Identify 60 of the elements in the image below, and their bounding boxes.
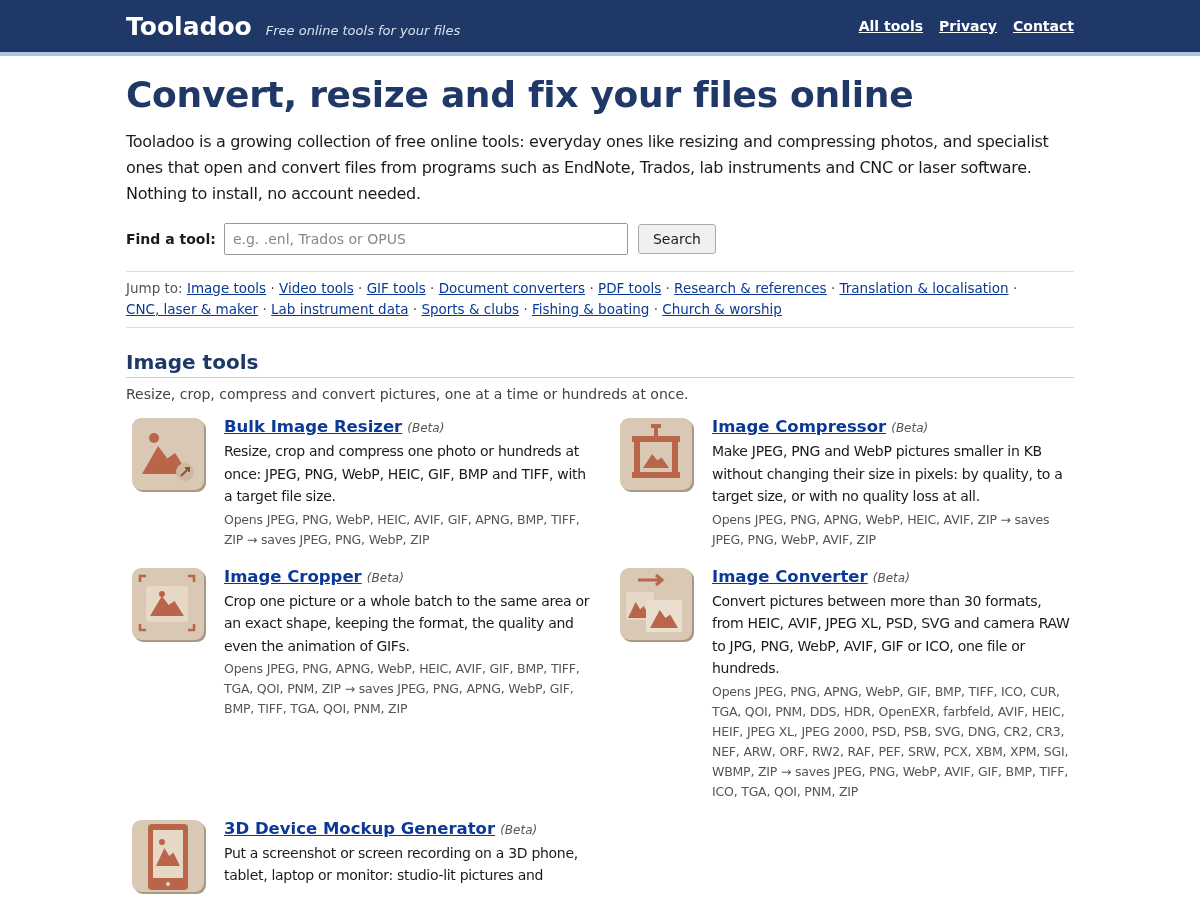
nav-link[interactable]: Privacy	[939, 18, 997, 34]
tool-description: Crop one picture or a whole batch to the same area or an exact shape, keeping the format, the quality and even the animation of GIFs.	[224, 591, 591, 656]
beta-label: (Beta)	[366, 570, 404, 585]
search-label: Find a tool:	[126, 231, 216, 247]
category-link[interactable]: GIF tools	[366, 280, 426, 296]
tool-formats: Opens JPEG, PNG, APNG, WebP, HEIC, AVIF, GIF, BMP, TIFF, TGA, QOI, PNM, ZIP → saves JPEG, PNG, APNG, WebP, GIF, BMP, TIFF, TGA, QOI, PNM, ZIP	[224, 660, 581, 718]
separator-dot: ·	[430, 280, 435, 296]
nav-link[interactable]: Contact	[1013, 18, 1074, 34]
search-field[interactable]: e.g. .enl, Trados or OPUS	[223, 223, 628, 255]
category-link[interactable]: Video tools	[279, 280, 354, 296]
separator-dot: ·	[262, 301, 267, 317]
separator-dot: ·	[358, 280, 363, 296]
category-link[interactable]: Research & references	[674, 280, 827, 296]
beta-label: (Beta)	[872, 570, 910, 585]
category-link[interactable]: Translation & localisation	[839, 280, 1009, 296]
separator-dot: ·	[1012, 280, 1018, 296]
tool-icon	[130, 565, 208, 644]
category-link[interactable]: Lab instrument data	[271, 301, 409, 317]
tool-link[interactable]: Image Cropper	[224, 566, 362, 586]
tool-icon	[130, 416, 208, 494]
separator-dot: ·	[589, 280, 594, 296]
category-link[interactable]: Church & worship	[662, 301, 782, 317]
separator-dot: ·	[830, 280, 836, 296]
tool-icon	[130, 817, 208, 896]
separator-dot: ·	[270, 280, 275, 296]
separator-dot: ·	[523, 301, 528, 317]
category-link[interactable]: Sports & clubs	[421, 301, 520, 317]
separator-dot: ·	[412, 301, 418, 317]
tool-link[interactable]: Image Compressor	[712, 417, 887, 436]
tool-formats: Opens JPEG, PNG, APNG, WebP, HEIC, AVIF, ZIP → saves JPEG, PNG, WebP, AVIF, ZIP	[712, 510, 1051, 549]
separator-dot: ·	[665, 280, 670, 296]
category-link[interactable]: Image tools	[186, 280, 267, 296]
tool-description: Resize, crop and compress one photo or hundreds at once: JPEG, PNG, WebP, HEIC, GIF, BMP and TIFF, with a target file size.	[224, 442, 587, 506]
category-link[interactable]: Fishing & boating	[532, 301, 650, 317]
intro-paragraph: Tooladoo is a growing collection of free online tools: everyday ones like resizing and compressing photos, and specialist ones that open and convert files from programs such as EndNote, Trados, lab instruments and CNC or laser software. Nothing to install, no account needed.	[126, 131, 1050, 205]
beta-label: (Beta)	[891, 421, 929, 435]
section-subtitle: Resize, crop, compress and convert pictures, one at a time or hundreds at once.	[126, 386, 690, 402]
page-title: Convert, resize and fix your files online	[126, 74, 915, 115]
beta-label: (Beta)	[500, 822, 538, 837]
tool-link[interactable]: Bulk Image Resizer	[224, 417, 403, 436]
tool-icon	[618, 565, 696, 644]
tool-icon	[618, 416, 696, 494]
beta-label: (Beta)	[407, 421, 445, 435]
tool-description: Convert pictures between more than 30 formats, from HEIC, AVIF, JPEG XL, PSD, SVG and camera RAW to JPG, PNG, WebP, AVIF, GIF or ICO, one file or hundreds.	[712, 591, 1071, 678]
search-button[interactable]: Search	[637, 224, 716, 254]
category-link[interactable]: Document converters	[438, 280, 586, 296]
nav-link[interactable]: All tools	[858, 18, 924, 34]
category-link[interactable]: CNC, laser & maker	[126, 301, 259, 317]
site-logo[interactable]: Tooladoo	[126, 11, 252, 41]
section-title: Image tools	[126, 350, 1074, 378]
site-tagline: Free online tools for your files	[265, 22, 461, 38]
tool-formats: Opens JPEG, PNG, WebP, HEIC, AVIF, GIF, APNG, BMP, TIFF, ZIP → saves JPEG, PNG, WebP, ZIP	[224, 510, 581, 549]
tool-formats: Opens JPEG, PNG, APNG, WebP, GIF, BMP, TIFF, ICO, CUR, TGA, QOI, PNM, DDS, HDR, OpenEXR, farbfeld, AVIF, HEIC, HEIF, JPEG XL, JPEG 2000, PSD, PSB, SVG, DNG, CR2, CR3, NEF, ARW, ORF, RW2, RAF, PEF, SRW, PCX, XBM, XPM, SGI, WBMP, ZIP → saves JPEG, PNG, WebP, AVIF, GIF, BMP, TIFF, ICO, TGA, QOI, PNM, ZIP	[712, 682, 1070, 801]
tool-link[interactable]: 3D Device Mockup Generator	[224, 818, 496, 838]
separator-dot: ·	[653, 301, 658, 317]
tool-link[interactable]: Image Converter	[712, 566, 868, 586]
tool-description: Make JPEG, PNG and WebP pictures smaller in KB without changing their size in pixels: by quality, to a target size, or with no quality loss at all.	[712, 442, 1064, 506]
tool-description: Put a screenshot or screen recording on a 3D phone, tablet, laptop or monitor: studio-lit pictures and	[224, 843, 579, 885]
category-link[interactable]: PDF tools	[598, 280, 662, 296]
jump-label: Jump to:	[126, 280, 183, 296]
